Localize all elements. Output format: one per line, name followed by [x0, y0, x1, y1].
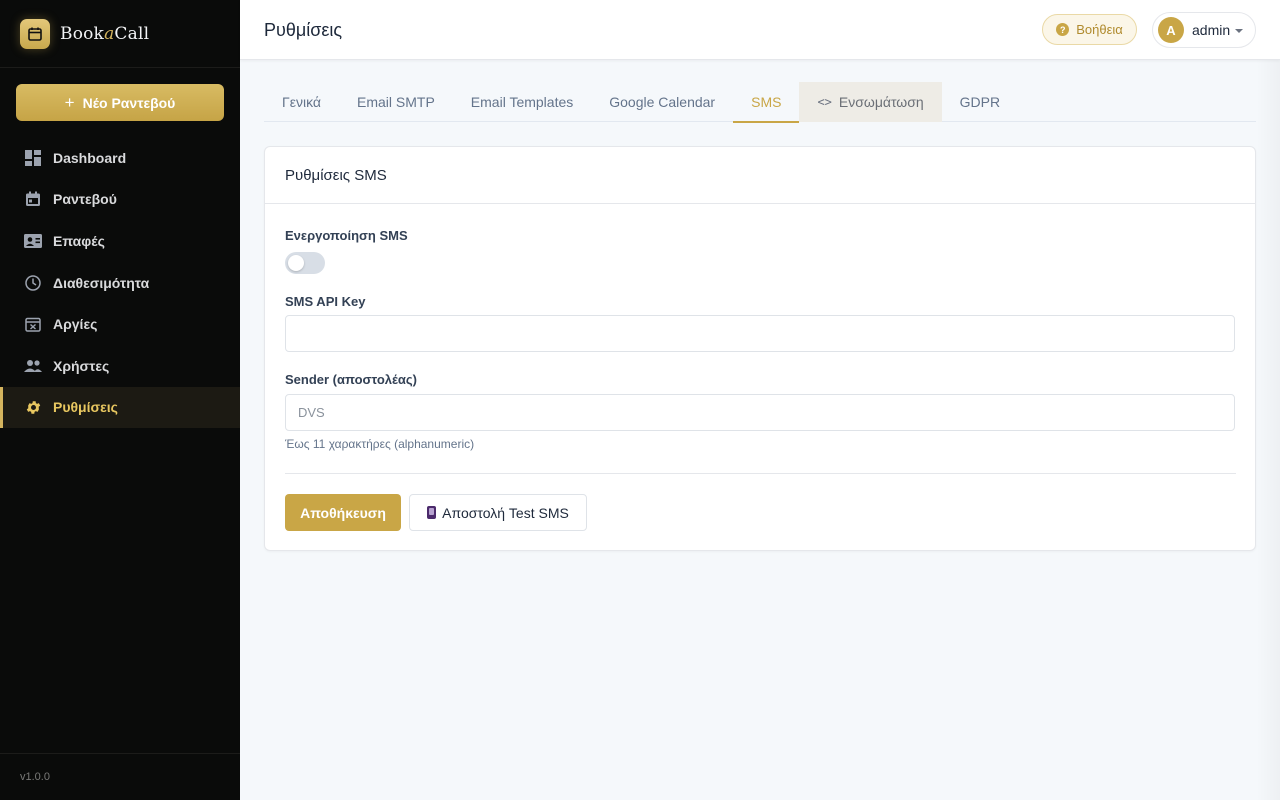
dashboard-icon — [24, 149, 42, 167]
calendar-x-icon — [24, 315, 42, 333]
sidebar-item-label: Ρυθμίσεις — [53, 399, 118, 416]
top-header: Ρυθμίσεις ? Βοήθεια A admin — [240, 0, 1280, 60]
version-label: v1.0.0 — [0, 753, 240, 800]
sidebar-item-holidays[interactable]: Αργίες — [0, 303, 240, 345]
send-test-sms-label: Αποστολή Test SMS — [442, 504, 569, 521]
new-appointment-label: Νέο Ραντεβού — [82, 94, 176, 111]
help-label: Βοήθεια — [1076, 22, 1123, 37]
help-button[interactable]: ? Βοήθεια — [1042, 14, 1137, 45]
page-title: Ρυθμίσεις — [264, 20, 343, 40]
send-test-sms-button[interactable]: Αποστολή Test SMS — [409, 494, 587, 531]
sidebar-item-label: Χρήστες — [53, 357, 110, 374]
new-appointment-button[interactable]: + Νέο Ραντεβού — [16, 84, 224, 121]
api-key-input[interactable] — [285, 315, 1235, 352]
user-menu[interactable]: A admin — [1152, 12, 1256, 48]
calendar-logo-icon — [20, 18, 50, 49]
tab-embed-label: Ενσωμάτωση — [838, 94, 924, 110]
sidebar-item-settings[interactable]: Ρυθμίσεις — [0, 386, 240, 429]
sidebar-item-label: Αργίες — [53, 316, 98, 333]
plus-icon: + — [64, 93, 75, 112]
tab-gdpr[interactable]: GDPR — [942, 82, 1018, 122]
question-icon: ? — [1056, 23, 1070, 36]
sidebar-item-label: Ραντεβού — [53, 191, 117, 208]
settings-tabs: Γενικά Email SMTP Email Templates Google… — [264, 82, 1256, 123]
avatar: A — [1158, 17, 1184, 43]
tab-email-templates[interactable]: Email Templates — [453, 82, 591, 122]
api-key-label: SMS API Key — [285, 294, 366, 309]
page-edge-shadow — [1256, 60, 1280, 800]
sidebar-item-dashboard[interactable]: Dashboard — [0, 137, 240, 179]
sidebar-item-label: Επαφές — [53, 232, 105, 249]
users-icon — [24, 357, 42, 375]
sidebar-nav: Dashboard Ραντεβού Επαφές Διαθεσιμότητα … — [0, 137, 240, 429]
tab-general[interactable]: Γενικά — [264, 82, 339, 122]
brand[interactable]: BookaCall — [0, 0, 240, 68]
sidebar-item-availability[interactable]: Διαθεσιμότητα — [0, 262, 240, 304]
tab-google-calendar[interactable]: Google Calendar — [591, 82, 733, 122]
sender-input[interactable] — [285, 394, 1235, 431]
sidebar-item-label: Διαθεσιμότητα — [53, 274, 150, 291]
sender-label: Sender (αποστολέας) — [285, 372, 417, 387]
gear-icon — [24, 398, 42, 416]
sidebar-item-label: Dashboard — [53, 149, 127, 166]
code-icon: <> — [817, 95, 832, 109]
divider — [285, 473, 1236, 474]
sidebar-item-contacts[interactable]: Επαφές — [0, 220, 240, 262]
card-title: Ρυθμίσεις SMS — [265, 147, 1255, 204]
sidebar: BookaCall + Νέο Ραντεβού Dashboard Ραντε… — [0, 0, 240, 800]
toggle-knob — [288, 255, 304, 271]
sms-settings-card: Ρυθμίσεις SMS Ενεργοποίηση SMS SMS API K… — [264, 146, 1256, 551]
phone-icon — [427, 506, 437, 519]
sidebar-item-users[interactable]: Χρήστες — [0, 345, 240, 387]
tab-sms[interactable]: SMS — [733, 82, 800, 123]
brand-name: BookaCall — [60, 23, 150, 44]
tab-email-smtp[interactable]: Email SMTP — [339, 82, 453, 122]
enable-sms-toggle[interactable] — [285, 252, 325, 274]
clock-icon — [24, 274, 42, 292]
sidebar-item-appointments[interactable]: Ραντεβού — [0, 179, 240, 221]
contacts-icon — [24, 232, 42, 250]
chevron-down-icon — [1235, 29, 1243, 33]
enable-sms-label: Ενεργοποίηση SMS — [285, 228, 408, 243]
sender-hint: Έως 11 χαρακτήρες (alphanumeric) — [285, 437, 475, 451]
calendar-icon — [24, 190, 42, 208]
save-button[interactable]: Αποθήκευση — [285, 494, 401, 531]
tab-embed[interactable]: <> Ενσωμάτωση — [799, 82, 942, 122]
user-name: admin — [1192, 22, 1231, 38]
